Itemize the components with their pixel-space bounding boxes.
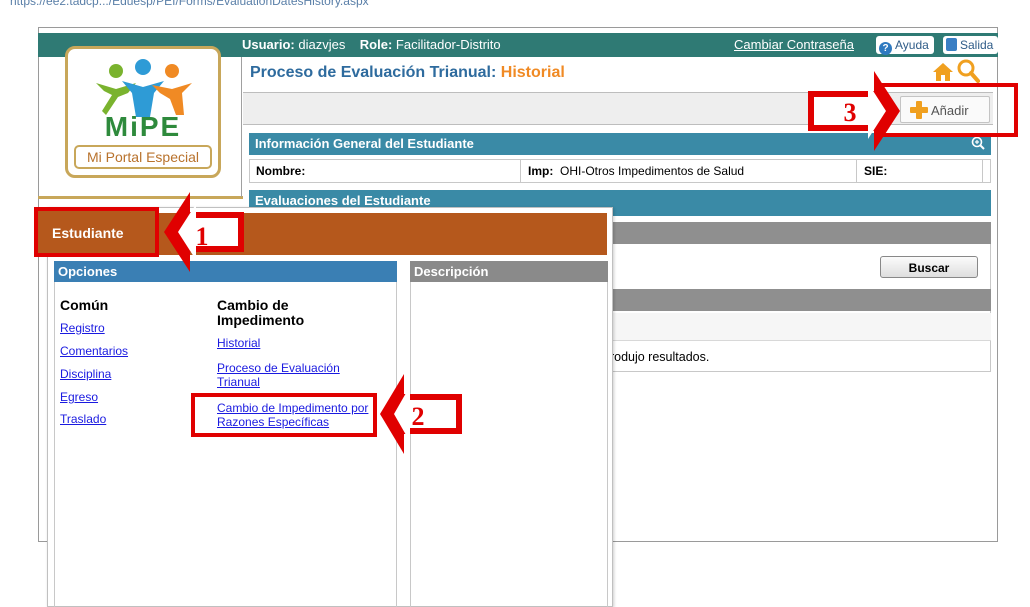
- menu-link-registro[interactable]: Registro: [60, 321, 105, 335]
- usuario-value: diazvjes: [298, 37, 346, 52]
- no-results-message: produjo resultados.: [603, 350, 710, 364]
- sie-label: SIE:: [864, 164, 888, 178]
- callout-number-3: 3: [843, 98, 857, 127]
- menu-link-historial[interactable]: Historial: [217, 336, 260, 350]
- options-panel: [54, 282, 397, 607]
- menu-link-disciplina[interactable]: Disciplina: [60, 367, 111, 381]
- tab-estudiante[interactable]: Estudiante: [34, 207, 159, 257]
- logout-label: Salida: [960, 38, 994, 52]
- logo-name: MiPE: [104, 111, 182, 142]
- change-password-link[interactable]: Cambiar Contraseña: [734, 37, 854, 52]
- help-label: Ayuda: [895, 38, 929, 52]
- zoom-in-icon[interactable]: [971, 136, 985, 150]
- nombre-cell: Nombre:: [250, 160, 305, 182]
- help-button[interactable]: ? Ayuda: [876, 36, 934, 55]
- imp-value: OHI-Otros Impedimentos de Salud: [560, 164, 745, 178]
- callout-number-1: 1: [195, 222, 209, 251]
- sie-cell: SIE:: [858, 160, 887, 182]
- logo-tagline: Mi Portal Especial: [74, 145, 212, 169]
- page-title-prefix: Proceso de Evaluación Trianual:: [250, 64, 497, 81]
- content-divider: [241, 57, 242, 197]
- lock-icon: [946, 38, 957, 51]
- user-info: Usuario: diazvjes Role: Facilitador-Dist…: [242, 37, 501, 52]
- role-label: Role:: [359, 37, 393, 52]
- student-info-row: Nombre: Imp: OHI-Otros Impedimentos de S…: [249, 159, 991, 183]
- menu-link-egreso[interactable]: Egreso: [60, 390, 98, 404]
- browser-url-bar: https://ee2.tadcp.../Eduesp/PEI/Forms/Ev…: [0, 0, 1030, 14]
- cell-divider: [982, 160, 983, 182]
- callout-highlight-box-2: [191, 393, 377, 437]
- people-logo-icon: [96, 59, 192, 117]
- impediment-column-title: Cambio de Impedimento: [217, 297, 305, 328]
- nombre-label: Nombre:: [256, 164, 306, 178]
- evaluations-title: Evaluaciones del Estudiante: [255, 193, 431, 208]
- mipe-logo: MiPE Mi Portal Especial: [65, 46, 221, 178]
- home-icon[interactable]: [932, 61, 954, 83]
- page-title: Proceso de Evaluación Trianual: Historia…: [250, 64, 565, 82]
- search-icon[interactable]: [956, 58, 980, 84]
- student-info-title: Información General del Estudiante: [255, 136, 474, 151]
- results-subheader: [603, 313, 991, 341]
- description-header: Descripción: [410, 261, 608, 282]
- common-column-title: Común: [60, 297, 109, 313]
- usuario-label: Usuario:: [242, 37, 295, 52]
- cell-divider: [520, 160, 521, 182]
- search-button[interactable]: Buscar: [880, 256, 978, 278]
- cell-divider: [856, 160, 857, 182]
- role-value: Facilitador-Distrito: [395, 37, 501, 52]
- menu-link-comentarios[interactable]: Comentarios: [60, 344, 128, 358]
- results-header: [603, 289, 991, 311]
- page-title-highlight: Historial: [500, 64, 565, 81]
- callout-number-2: 2: [411, 402, 425, 431]
- search-panel-header: [603, 222, 991, 244]
- menu-link-traslado[interactable]: Traslado: [60, 412, 106, 426]
- help-icon: ?: [879, 42, 892, 55]
- browser-url: https://ee2.tadcp.../Eduesp/PEI/Forms/Ev…: [10, 0, 369, 8]
- imp-cell: Imp: OHI-Otros Impedimentos de Salud: [522, 160, 744, 182]
- imp-label: Imp:: [528, 164, 554, 178]
- logout-button[interactable]: Salida: [943, 36, 999, 54]
- menu-link-proceso-evaluacion[interactable]: Proceso de Evaluación Trianual: [217, 361, 357, 389]
